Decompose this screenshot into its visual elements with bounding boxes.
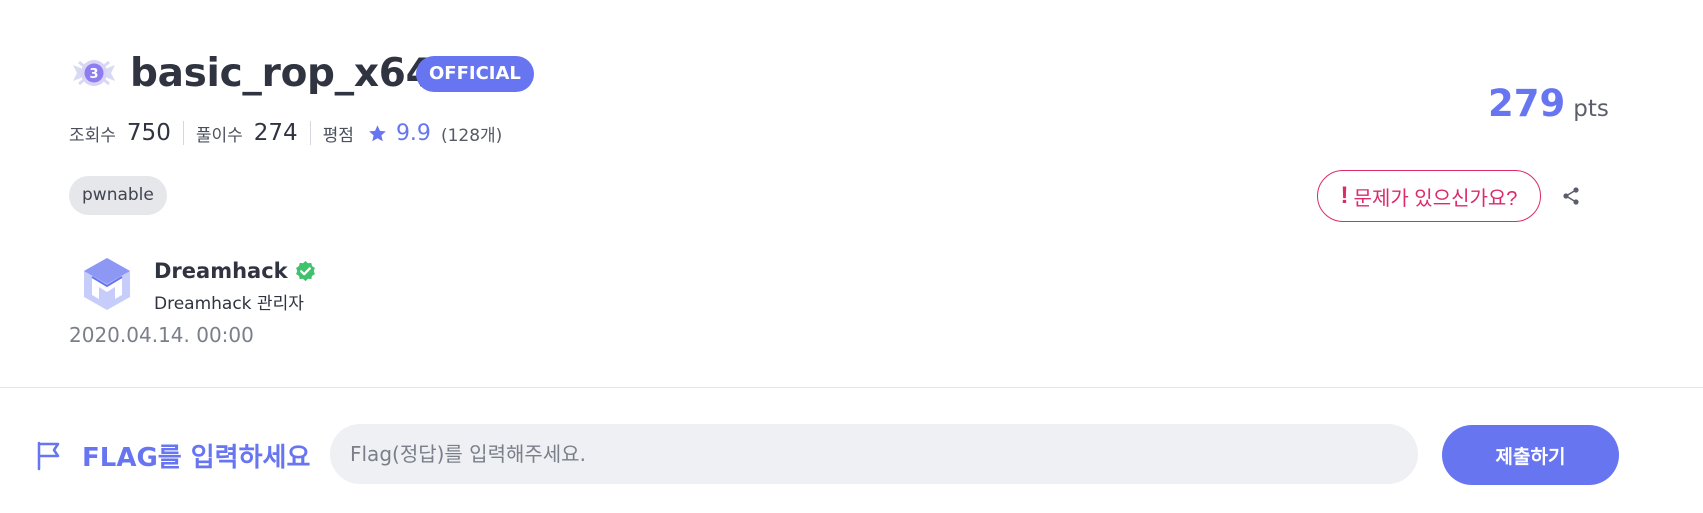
category-tag[interactable]: pwnable (69, 176, 167, 215)
rating-count: (128개) (440, 125, 503, 146)
rating-label: 평점 (322, 125, 354, 146)
solves-count: 274 (253, 120, 298, 146)
flag-icon (37, 441, 60, 471)
verified-check-icon (295, 260, 315, 281)
rating-value: 9.9 (395, 120, 431, 146)
flag-input[interactable] (330, 424, 1418, 484)
flag-input-label: FLAG를 입력하세요 (82, 443, 311, 473)
level-badge-icon: 3 (69, 53, 119, 93)
section-divider (0, 387, 1703, 388)
official-badge: OFFICIAL (416, 56, 534, 92)
points-value: 279 (1488, 82, 1566, 125)
star-icon (369, 124, 386, 141)
exclamation-icon: ! (1340, 182, 1349, 209)
submit-flag-button[interactable]: 제출하기 (1442, 425, 1619, 485)
author-name-row[interactable]: Dreamhack (154, 259, 317, 283)
views-count: 750 (126, 120, 171, 146)
author-name[interactable]: Dreamhack (154, 259, 288, 283)
stat-divider (182, 121, 184, 145)
challenge-points: 279 pts (1488, 82, 1609, 125)
level-number: 3 (89, 67, 98, 82)
share-icon[interactable] (1561, 186, 1581, 206)
publish-date: 2020.04.14. 00:00 (69, 323, 254, 347)
report-issue-button[interactable]: ! 문제가 있으신가요? (1317, 170, 1541, 222)
stat-divider (309, 121, 311, 145)
dreamhack-logo-icon[interactable] (80, 255, 134, 313)
author-role: Dreamhack 관리자 (154, 294, 304, 314)
challenge-title: basic_rop_x64 (130, 51, 433, 96)
points-unit: pts (1573, 96, 1609, 122)
solves-label: 풀이수 (195, 125, 243, 146)
report-issue-label: 문제가 있으신가요? (1353, 187, 1518, 210)
challenge-stats: 조회수 750 풀이수 274 평점 9.9 (128개) (69, 118, 502, 148)
views-label: 조회수 (69, 125, 116, 146)
